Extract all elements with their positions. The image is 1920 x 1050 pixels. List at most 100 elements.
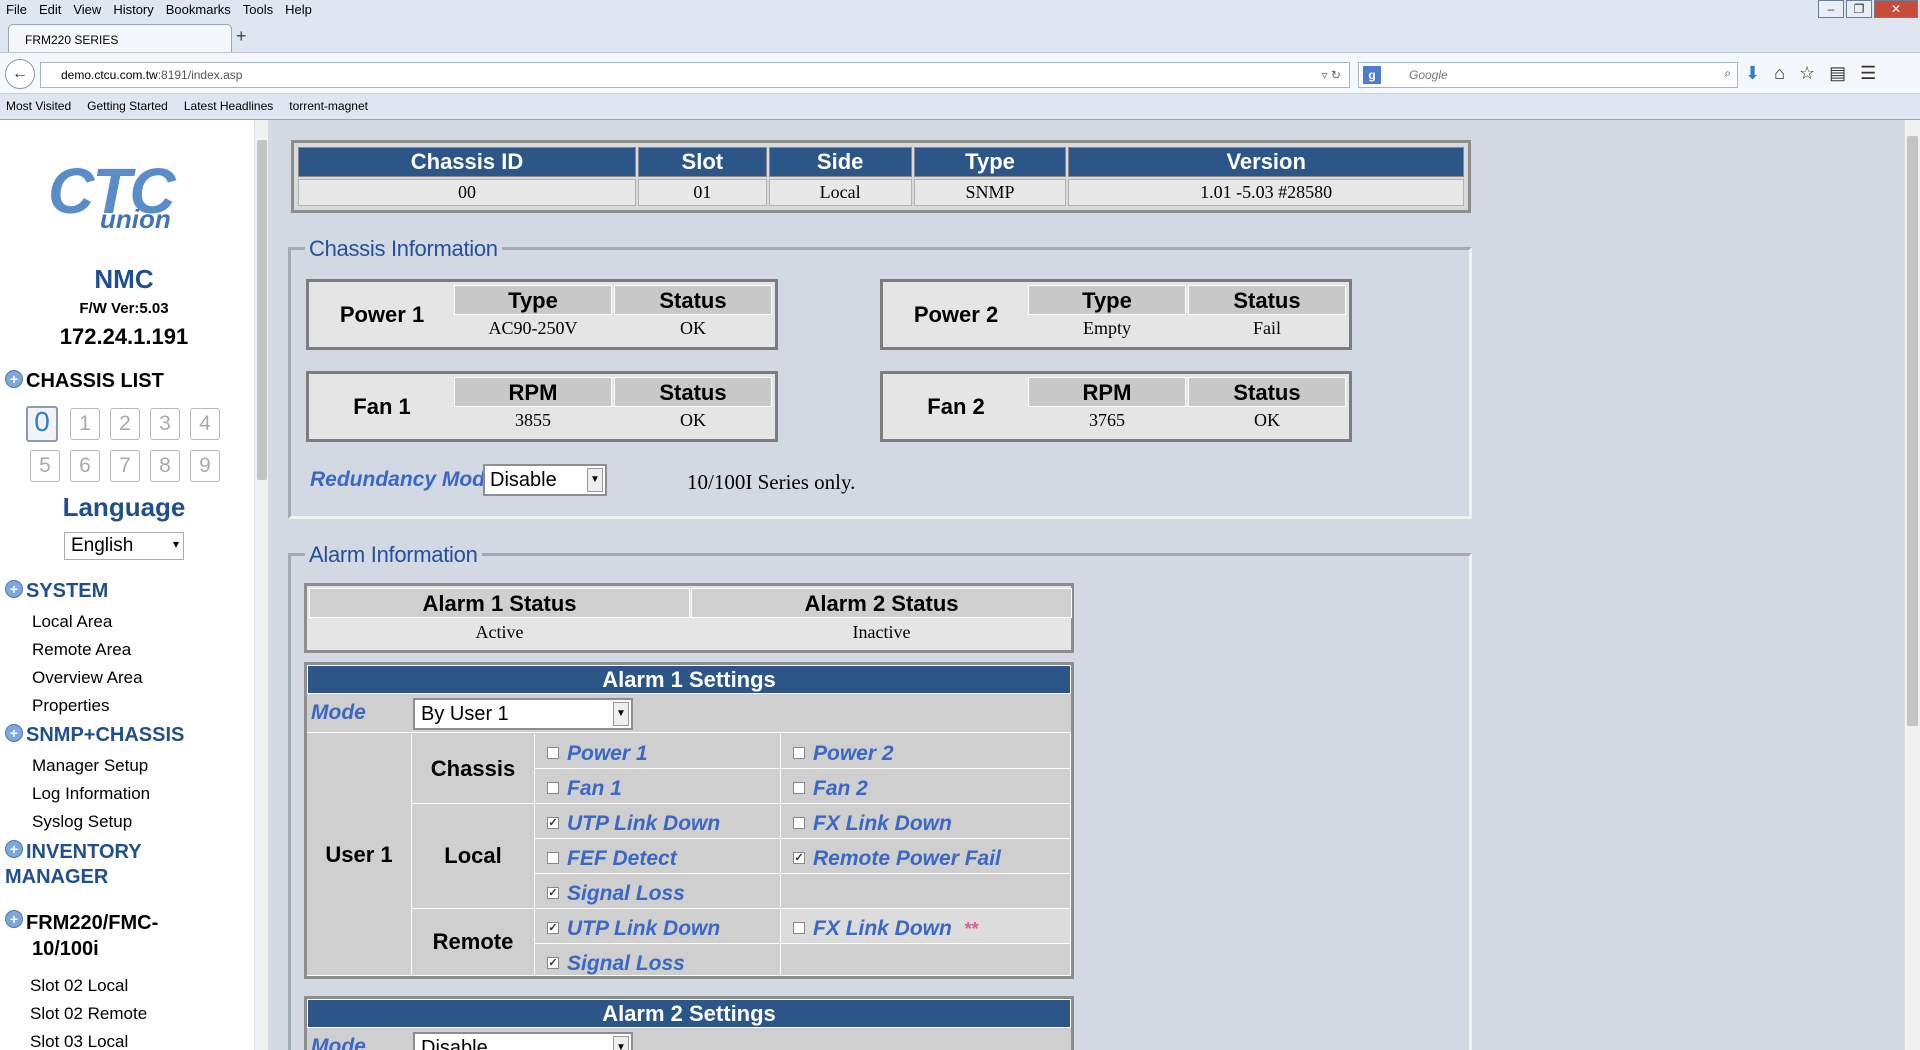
local-fx-link-down-row[interactable]: FX Link Down: [781, 804, 1071, 839]
nav-slot-03-local[interactable]: Slot 03 Local: [30, 1032, 128, 1050]
magnifier-icon[interactable]: ⌕: [1724, 66, 1731, 81]
chassis-list-heading[interactable]: + CHASSIS LIST: [5, 370, 164, 393]
remote-utp-link-down-row[interactable]: ✓ UTP Link Down: [535, 909, 781, 944]
nav-local-area[interactable]: Local Area: [32, 612, 112, 632]
value-type: SNMP: [913, 179, 1067, 206]
remote-power-fail-row[interactable]: ✓ Remote Power Fail: [781, 839, 1071, 874]
alarm-1-mode-label: Mode: [311, 701, 366, 724]
search-input[interactable]: g Google ⌕: [1358, 62, 1738, 88]
menu-bookmarks[interactable]: Bookmarks: [160, 0, 237, 20]
browser-tab[interactable]: FRM220 SERIES: [8, 24, 232, 52]
alarm-1-settings-title: Alarm 1 Settings: [307, 665, 1071, 694]
power-1-table: Power 1 Type AC90-250V Status OK: [306, 279, 778, 350]
bookmark-latest-headlines[interactable]: Latest Headlines: [184, 99, 273, 119]
local-utp-link-down-row[interactable]: ✓ UTP Link Down: [535, 804, 781, 839]
snmp-chassis-heading[interactable]: + SNMP+CHASSIS: [5, 724, 184, 747]
menu-history[interactable]: History: [107, 0, 159, 20]
nav-syslog-setup[interactable]: Syslog Setup: [32, 812, 132, 832]
chassis-7-button[interactable]: 7: [110, 450, 140, 482]
checkbox-checked[interactable]: ✓: [547, 817, 559, 829]
restore-icon[interactable]: ❐: [1846, 0, 1872, 18]
menu-help[interactable]: Help: [279, 0, 318, 20]
nav-remote-area[interactable]: Remote Area: [32, 640, 131, 660]
alarm-1-status-header: Alarm 1 Status: [309, 588, 690, 618]
nav-overview-area[interactable]: Overview Area: [32, 668, 143, 688]
language-select[interactable]: English ▾: [64, 532, 184, 560]
local-signal-loss-row[interactable]: ✓ Signal Loss: [535, 874, 781, 909]
checkbox-checked[interactable]: ✓: [793, 852, 805, 864]
bookmark-getting-started[interactable]: Getting Started: [87, 99, 168, 119]
checkbox-unchecked[interactable]: [793, 747, 805, 759]
star-icon[interactable]: ☆: [1799, 63, 1815, 84]
alarm-1-mode-select[interactable]: By User 1 ▼: [413, 698, 633, 730]
reader-icon[interactable]: ▤: [1829, 63, 1846, 84]
system-heading[interactable]: + SYSTEM: [5, 580, 108, 603]
user-1-group-label: User 1: [307, 734, 412, 976]
alarm-2-mode-select[interactable]: Disable ▼: [413, 1032, 633, 1050]
download-icon[interactable]: ⬇: [1745, 63, 1760, 84]
value-slot: 01: [638, 179, 767, 206]
chassis-4-button[interactable]: 4: [190, 408, 220, 440]
chassis-6-button[interactable]: 6: [70, 450, 100, 482]
fan-2-checkbox-row[interactable]: Fan 2: [781, 769, 1071, 804]
remote-signal-loss-row[interactable]: ✓ Signal Loss: [535, 944, 781, 976]
fef-detect-row[interactable]: FEF Detect: [535, 839, 781, 874]
frm220-heading[interactable]: + FRM220/FMC- 10/100i: [5, 910, 158, 962]
checkbox-checked[interactable]: ✓: [547, 887, 559, 899]
fan-1-checkbox-row[interactable]: Fan 1: [535, 769, 781, 804]
power-2-checkbox-row[interactable]: Power 2: [781, 734, 1071, 769]
chassis-9-button[interactable]: 9: [190, 450, 220, 482]
hamburger-menu-icon[interactable]: ☰: [1860, 63, 1876, 84]
fan-2-status-header: Status: [1188, 377, 1346, 407]
nav-manager-setup[interactable]: Manager Setup: [32, 756, 148, 776]
nav-slot-02-local[interactable]: Slot 02 Local: [30, 976, 128, 996]
checkbox-checked[interactable]: ✓: [547, 922, 559, 934]
chassis-5-button[interactable]: 5: [30, 450, 60, 482]
chassis-2-button[interactable]: 2: [110, 408, 140, 440]
menu-tools[interactable]: Tools: [237, 0, 279, 20]
new-tab-icon[interactable]: +: [236, 26, 247, 47]
chassis-3-button[interactable]: 3: [150, 408, 180, 440]
fan-2-rpm-value: 3765: [1028, 407, 1186, 436]
main-scroll-thumb[interactable]: [1907, 136, 1918, 726]
checkbox-unchecked[interactable]: [793, 817, 805, 829]
menu-file[interactable]: File: [0, 0, 33, 20]
checkbox-unchecked[interactable]: [793, 782, 805, 794]
power-1-type-value: AC90-250V: [454, 315, 612, 344]
google-icon[interactable]: g: [1363, 66, 1381, 84]
logo-text-union: union: [100, 204, 171, 234]
dropdown-arrow-icon: ▼: [587, 468, 603, 492]
close-icon[interactable]: ✕: [1874, 0, 1918, 18]
checkbox-unchecked[interactable]: [547, 782, 559, 794]
url-bar[interactable]: demo.ctcu.com.tw:8191/index.asp ▿ ↻: [40, 62, 1350, 88]
inventory-manager-heading[interactable]: + INVENTORY MANAGER: [5, 840, 142, 890]
nav-slot-02-remote[interactable]: Slot 02 Remote: [30, 1004, 147, 1024]
menu-view[interactable]: View: [67, 0, 107, 20]
checkbox-checked[interactable]: ✓: [547, 957, 559, 969]
chassis-1-button[interactable]: 1: [70, 408, 100, 440]
main-scrollbar[interactable]: [1904, 120, 1920, 1050]
menu-edit[interactable]: Edit: [33, 0, 67, 20]
value-version: 1.01 -5.03 #28580: [1068, 179, 1464, 206]
redundancy-note: 10/100I Series only.: [687, 470, 856, 494]
bookmark-most-visited[interactable]: Most Visited: [6, 99, 71, 119]
minimize-icon[interactable]: –: [1818, 0, 1844, 18]
nav-log-information[interactable]: Log Information: [32, 784, 150, 804]
home-icon[interactable]: ⌂: [1774, 63, 1785, 84]
chassis-8-button[interactable]: 8: [150, 450, 180, 482]
checkbox-unchecked[interactable]: [793, 922, 805, 934]
remote-fx-link-down-row[interactable]: FX Link Down **: [781, 909, 1071, 944]
sidebar-scroll-thumb[interactable]: [257, 140, 267, 480]
sidebar-scrollbar[interactable]: [254, 120, 268, 1050]
checkbox-unchecked[interactable]: [547, 747, 559, 759]
bookmark-torrent-magnet[interactable]: torrent-magnet: [289, 99, 368, 119]
reload-icon[interactable]: ▿ ↻: [1322, 68, 1341, 82]
nav-properties[interactable]: Properties: [32, 696, 109, 716]
alarm-1-status-value: Active: [475, 622, 524, 642]
chassis-0-button[interactable]: 0: [26, 406, 58, 442]
checkbox-unchecked[interactable]: [547, 852, 559, 864]
alarm-information-section: Alarm Information Alarm 1 Status Active A…: [288, 542, 1472, 1050]
redundancy-mode-select[interactable]: Disable ▼: [483, 464, 607, 496]
power-1-checkbox-row[interactable]: Power 1: [535, 734, 781, 769]
back-arrow-icon[interactable]: ←: [5, 59, 35, 89]
